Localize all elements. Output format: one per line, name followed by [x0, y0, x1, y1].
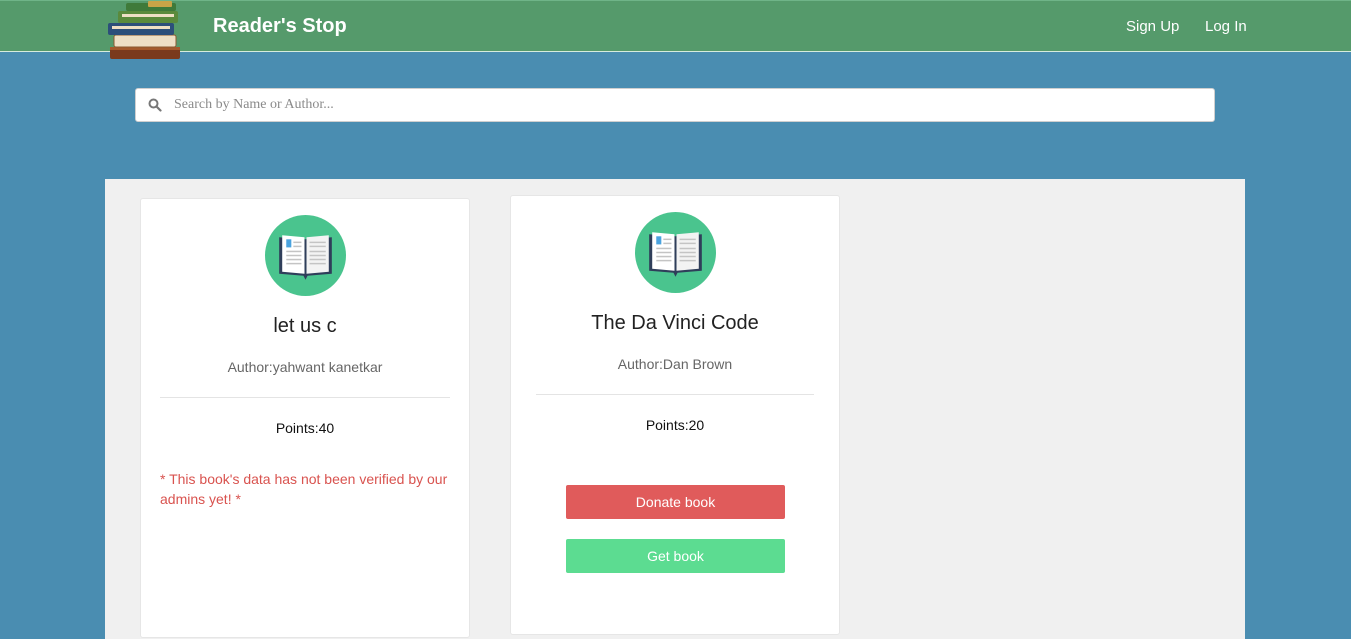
get-book-button[interactable]: Get book	[566, 539, 785, 573]
book-card: The Da Vinci Code Author:Dan Brown Point…	[510, 195, 840, 635]
book-points: Points:20	[645, 417, 705, 433]
card-divider	[536, 394, 814, 395]
signup-link[interactable]: Sign Up	[1126, 18, 1179, 35]
book-title: The Da Vinci Code	[591, 312, 759, 334]
book-card: let us c Author:yahwant kanetkar Points:…	[140, 198, 470, 638]
open-book-icon	[265, 215, 346, 296]
card-divider	[160, 397, 450, 398]
brand-title[interactable]: Reader's Stop	[213, 15, 347, 38]
unverified-warning: * This book's data has not been verified…	[160, 471, 448, 507]
book-author: Author:Dan Brown	[617, 356, 733, 372]
search-input[interactable]	[174, 89, 1204, 121]
navbar: Reader's Stop Sign Up Log In	[0, 0, 1351, 59]
search-bar[interactable]	[135, 88, 1215, 122]
book-title: let us c	[273, 315, 337, 337]
search-icon	[148, 98, 162, 112]
book-stack-logo[interactable]	[104, 1, 186, 63]
book-author: Author:yahwant kanetkar	[227, 359, 383, 375]
book-points: Points:40	[275, 420, 335, 436]
donate-book-button[interactable]: Donate book	[566, 485, 785, 519]
open-book-icon	[635, 212, 716, 293]
login-link[interactable]: Log In	[1205, 18, 1247, 35]
